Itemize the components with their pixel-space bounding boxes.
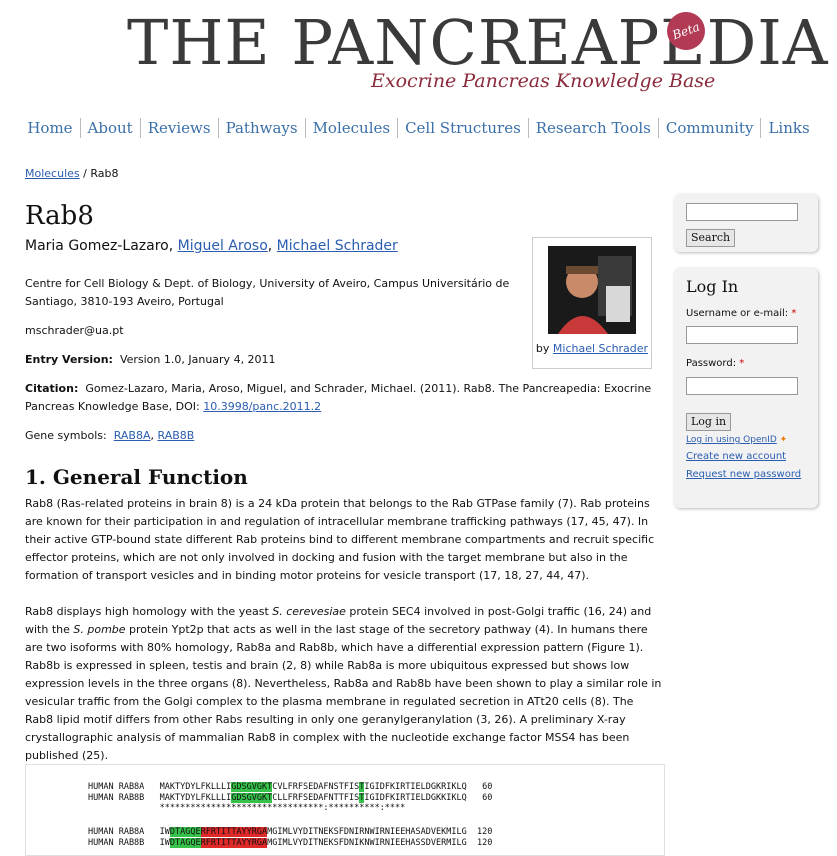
author-link[interactable]: Michael Schrader [277, 238, 398, 254]
paragraph: Rab8 (Ras-related proteins in brain 8) i… [25, 497, 655, 582]
breadcrumb: Molecules / Rab8 [25, 167, 118, 180]
citation-label: Citation: [25, 382, 79, 395]
nav-links[interactable]: Links [760, 118, 816, 138]
citation: Citation: Gomez-Lazaro, Maria, Aroso, Mi… [25, 380, 665, 416]
nav-pathways[interactable]: Pathways [217, 118, 305, 138]
alignment-row: HUMAN RAB8A MAKTYDYLFKLLLIGDSGVGKTCVLFRF… [88, 782, 493, 792]
nav-research-tools[interactable]: Research Tools [527, 118, 658, 138]
request-password-link[interactable]: Request new password [686, 469, 801, 480]
nav-reviews[interactable]: Reviews [139, 118, 218, 138]
username-label: Username or e-mail: * [686, 308, 797, 319]
login-button[interactable]: Log in [686, 413, 732, 431]
affiliation: Centre for Cell Biology & Dept. of Biolo… [25, 277, 510, 308]
search-block: Search [674, 194, 818, 252]
author-name: Maria Gomez-Lazaro [25, 238, 169, 254]
site-subtitle: Exocrine Pancreas Knowledge Base [371, 70, 716, 92]
alignment-row: HUMAN RAB8A IWDTAGQERFRTITTAYYRGAMGIMLVY… [88, 827, 493, 837]
paragraph: Rab8 displays high homology with the yea… [25, 605, 662, 762]
citation-doi-link[interactable]: 10.3998/panc.2011.2 [203, 400, 321, 413]
gene-link-rab8b[interactable]: RAB8B [158, 429, 195, 442]
login-block: Log In Username or e-mail: * Password: *… [674, 268, 818, 508]
sequence-alignment-figure: HUMAN RAB8A MAKTYDYLFKLLLIGDSGVGKTCVLFRF… [25, 764, 665, 856]
openid-icon: ✦ [779, 435, 788, 445]
alignment-consensus: ********************************:*******… [88, 803, 406, 813]
section-heading: 1. General Function [25, 465, 248, 489]
search-input[interactable] [686, 203, 798, 221]
author-photo[interactable] [548, 246, 636, 334]
nav-community[interactable]: Community [657, 118, 761, 138]
breadcrumb-molecules-link[interactable]: Molecules [25, 167, 80, 180]
login-title: Log In [686, 277, 739, 296]
author-link[interactable]: Miguel Aroso [178, 238, 268, 254]
photo-author-link[interactable]: Michael Schrader [553, 342, 648, 355]
gene-symbols-label: Gene symbols: [25, 429, 107, 442]
gene-symbols: Gene symbols: RAB8A, RAB8B [25, 429, 195, 442]
create-account-link[interactable]: Create new account [686, 451, 786, 462]
password-field[interactable] [686, 377, 798, 395]
nav-about[interactable]: About [79, 118, 140, 138]
site-logo[interactable]: THE PANCREAPEDIA Exocrine Pancreas Knowl… [127, 6, 828, 100]
photo-caption: by Michael Schrader [535, 342, 649, 355]
author-photo-box: by Michael Schrader [532, 237, 652, 369]
entry-version-value: Version 1.0, January 4, 2011 [119, 353, 276, 366]
nav-molecules[interactable]: Molecules [304, 118, 398, 138]
search-button[interactable]: Search [686, 229, 736, 247]
breadcrumb-separator: / [79, 167, 91, 180]
username-field[interactable] [686, 326, 798, 344]
nav-home[interactable]: Home [20, 118, 79, 138]
site-title: THE PANCREAPEDIA [127, 6, 829, 79]
breadcrumb-current: Rab8 [90, 167, 119, 180]
alignment-row: HUMAN RAB8B IWDTAGQERFRTITTAYYRGAMGIMLVY… [88, 838, 493, 848]
page-title: Rab8 [25, 201, 94, 231]
nav-cell-structures[interactable]: Cell Structures [397, 118, 528, 138]
password-label: Password: * [686, 358, 745, 369]
citation-text: Gomez-Lazaro, Maria, Aroso, Miguel, and … [25, 382, 652, 413]
gene-link-rab8a[interactable]: RAB8A [114, 429, 151, 442]
entry-version-label: Entry Version: [25, 353, 113, 366]
openid-link[interactable]: Log in using OpenID ✦ [686, 435, 787, 445]
main-nav: Home About Reviews Pathways Molecules Cell St… [0, 118, 837, 138]
